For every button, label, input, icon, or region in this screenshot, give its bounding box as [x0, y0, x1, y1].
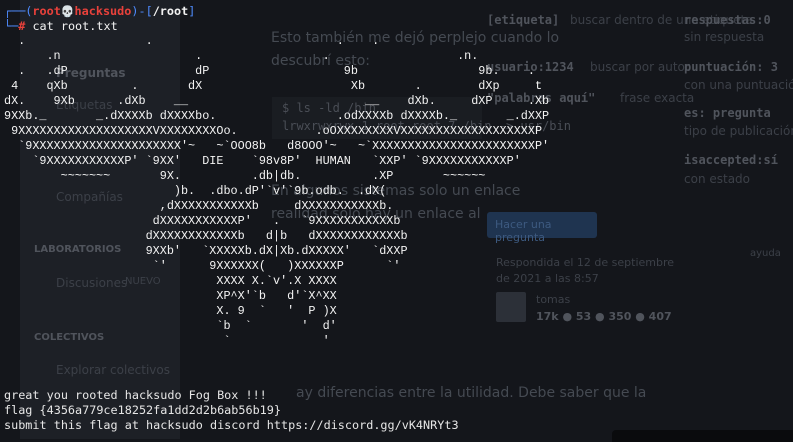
prompt-open: ┌──( [4, 4, 33, 18]
prompt-host: hacksudo [74, 4, 132, 18]
ascii-art-banner: . . . . .n . . .n. . .dP dP 9b 9b. . 4 q… [4, 34, 550, 348]
command-text: cat root.txt [32, 19, 118, 33]
submit-line: submit this flag at hacksudo discord htt… [4, 418, 459, 432]
prompt-sep: )-[ [131, 4, 153, 18]
rooted-message: great you rooted hacksudo Fog Box !!! [4, 388, 267, 402]
prompt-branch: └─ [4, 19, 19, 33]
prompt-close: ] [188, 4, 196, 18]
prompt-line-2: └─# cat root.txt [4, 19, 118, 34]
skull-icon: 💀 [60, 5, 75, 18]
terminal-window[interactable]: ┌──(root💀hacksudo)-[/root] └─# cat root.… [0, 0, 793, 439]
flag-line: flag {4356a779ce18252fa1dd2d2b6ab56b19} [4, 403, 281, 417]
prompt-path: /root [152, 4, 189, 18]
prompt-line-1: ┌──(root💀hacksudo)-[/root] [4, 4, 195, 19]
prompt-user: root [32, 4, 61, 18]
prompt-symbol: # [18, 19, 26, 33]
